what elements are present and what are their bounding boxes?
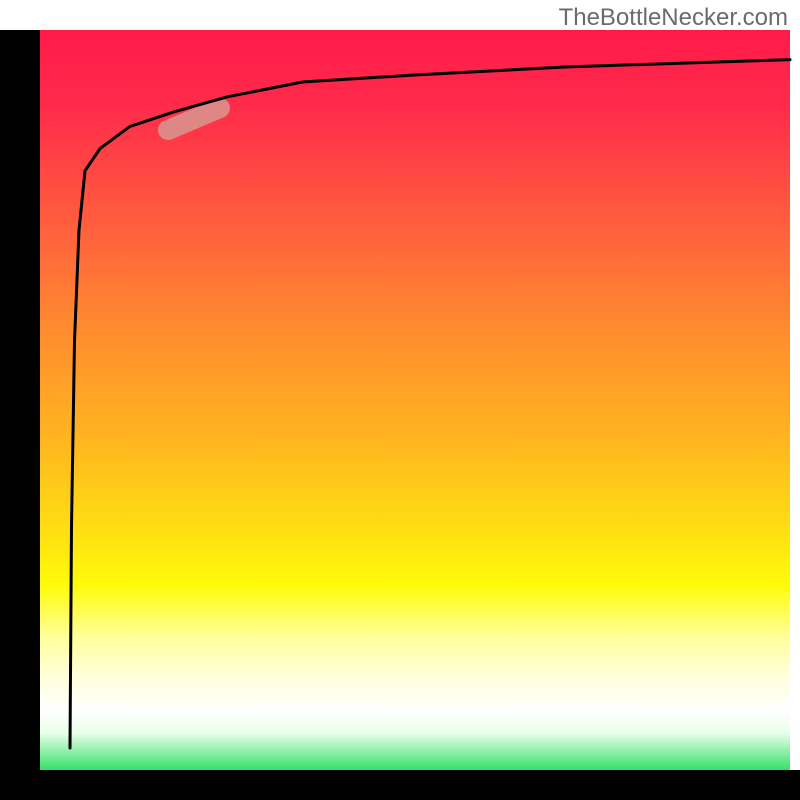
x-axis [0, 770, 800, 800]
axis-corner-topleft [0, 0, 40, 30]
watermark-text: TheBottleNecker.com [559, 4, 788, 32]
chart-container: TheBottleNecker.com [0, 0, 800, 800]
y-axis [0, 30, 40, 770]
curve-line [70, 60, 790, 748]
chart-svg-overlay [0, 0, 800, 800]
